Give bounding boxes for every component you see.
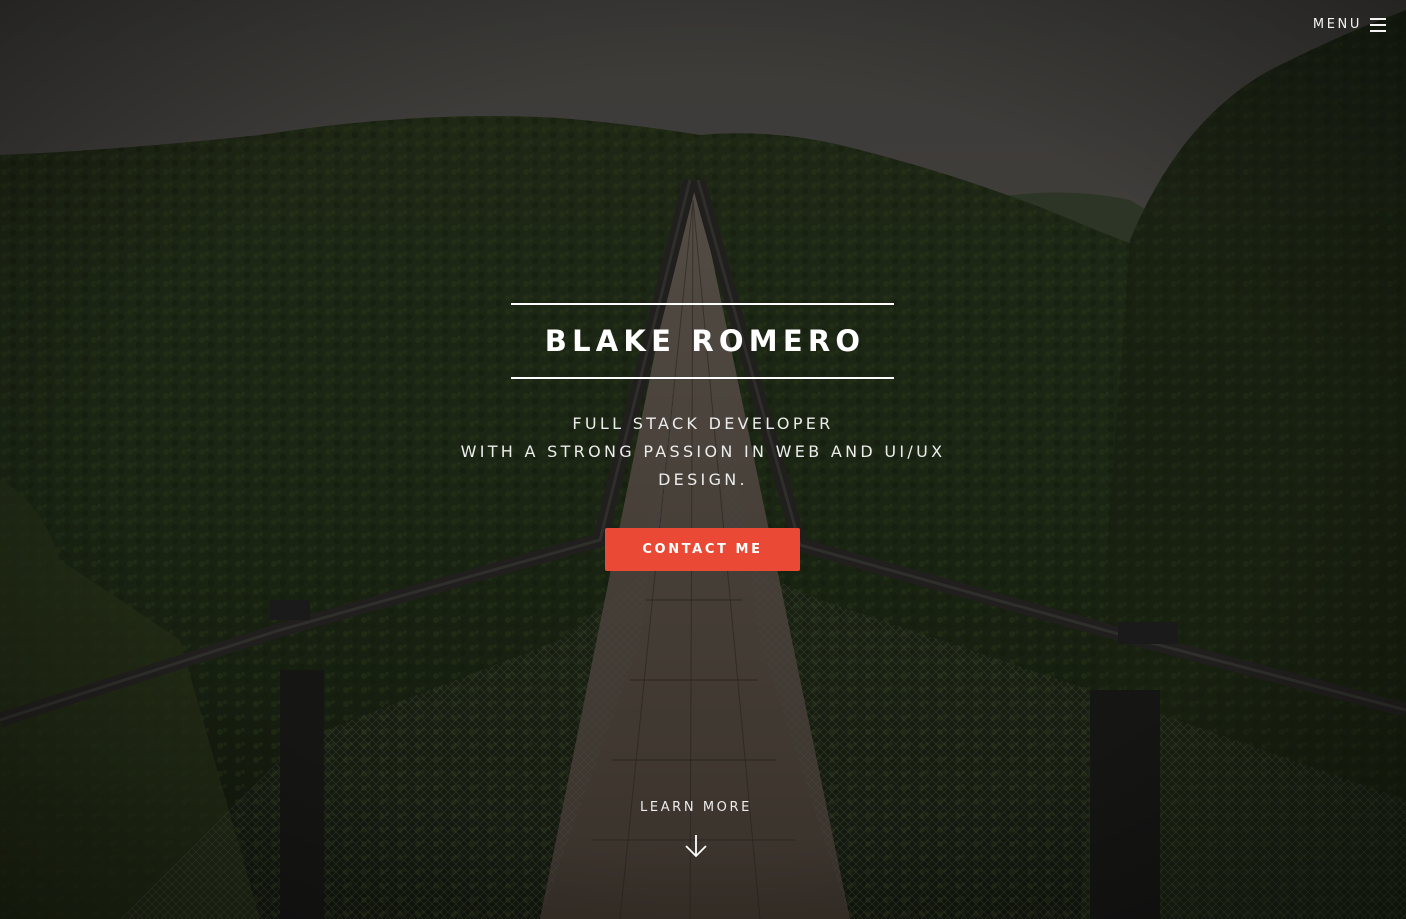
learn-more-link[interactable]: LEARN MORE: [596, 800, 796, 859]
page-title: BLAKE ROMERO: [544, 324, 866, 358]
subtitle-line: FULL STACK DEVELOPER: [572, 414, 834, 433]
menu-toggle-button[interactable]: MENU: [1313, 17, 1386, 32]
subtitle-line: WITH A STRONG PASSION IN WEB AND UI/UX: [460, 442, 946, 461]
hero-title-frame: BLAKE ROMERO: [511, 303, 894, 379]
menu-label: MENU: [1312, 17, 1362, 32]
hamburger-icon: [1370, 17, 1386, 32]
arrow-down-icon: [685, 835, 707, 858]
hero-subtitle: FULL STACK DEVELOPER WITH A STRONG PASSI…: [403, 410, 1003, 494]
learn-more-label: LEARN MORE: [640, 800, 752, 815]
hero-section: MENU BLAKE ROMERO FULL STACK DEVELOPER W…: [0, 0, 1406, 919]
contact-me-button[interactable]: CONTACT ME: [605, 528, 800, 571]
subtitle-line: DESIGN.: [658, 470, 748, 489]
